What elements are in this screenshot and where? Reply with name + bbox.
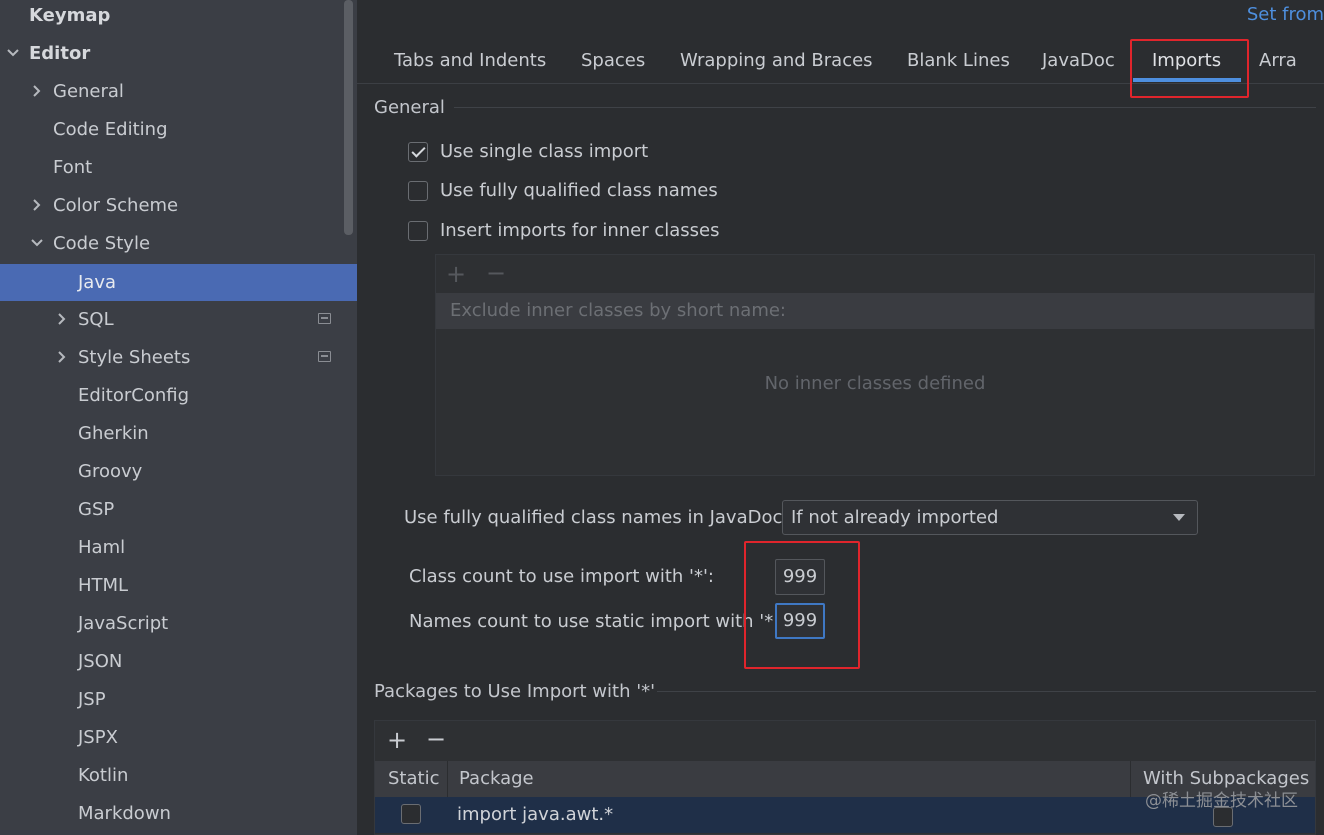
sidebar-item-label: GSP [78, 498, 115, 520]
tab-spaces[interactable]: Spaces [581, 50, 645, 71]
tab-wrapping-and-braces[interactable]: Wrapping and Braces [680, 50, 873, 71]
javadoc-select[interactable]: If not already imported [782, 500, 1198, 535]
highlight-box [1130, 39, 1249, 98]
sidebar-item-java[interactable]: Java [0, 264, 357, 301]
sidebar-item-label: Java [78, 272, 117, 293]
sidebar-item-label: Style Sheets [78, 346, 191, 368]
dropdown-caret-icon [1173, 514, 1185, 521]
sidebar-item-label: EditorConfig [78, 384, 190, 406]
sidebar-item-keymap[interactable]: Keymap [0, 0, 357, 33]
sidebar-item-label: Gherkin [78, 422, 149, 444]
javadoc-select-value: If not already imported [791, 507, 999, 528]
sidebar-item-label: Code Editing [53, 118, 168, 140]
column-header-package[interactable]: Package [459, 761, 534, 797]
set-from-link[interactable]: Set from [1247, 4, 1324, 25]
column-separator [1130, 761, 1131, 797]
sidebar-item-label: JSON [78, 650, 123, 672]
checkbox-label: Use fully qualified class names [440, 180, 718, 201]
sidebar-item-editorconfig[interactable]: EditorConfig [0, 377, 357, 413]
add-icon[interactable]: + [446, 262, 466, 286]
section-title-packages: Packages to Use Import with '*' [374, 681, 656, 702]
tab-javadoc[interactable]: JavaDoc [1042, 50, 1115, 71]
tab-arrangement[interactable]: Arra [1259, 50, 1297, 71]
chevron-right-icon[interactable] [29, 197, 45, 213]
sidebar-item-code-style[interactable]: Code Style [0, 225, 357, 261]
sidebar-item-label: JSP [78, 688, 106, 710]
remove-icon[interactable]: − [426, 727, 446, 751]
single-class-import-checkbox[interactable] [408, 141, 428, 162]
inner-classes-header: Exclude inner classes by short name: [436, 293, 1314, 329]
sidebar-item-sql[interactable]: SQL [0, 301, 357, 337]
inner-classes-option[interactable]: Insert imports for inner classes [408, 220, 720, 241]
inner-classes-table: + − Exclude inner classes by short name:… [435, 254, 1315, 476]
sidebar-item-json[interactable]: JSON [0, 643, 357, 679]
static-checkbox[interactable] [401, 804, 421, 824]
sidebar-item-label: Markdown [78, 802, 171, 824]
project-scheme-icon [318, 351, 331, 362]
chevron-right-icon[interactable] [54, 311, 70, 327]
sidebar-item-label: HTML [78, 574, 129, 596]
add-icon[interactable]: + [387, 728, 407, 752]
sidebar-item-html[interactable]: HTML [0, 567, 357, 603]
sidebar-item-label: General [53, 80, 124, 102]
project-scheme-icon [318, 313, 331, 324]
chevron-right-icon[interactable] [54, 349, 70, 365]
sidebar-item-label: Haml [78, 536, 126, 558]
sidebar-item-editor[interactable]: Editor [0, 35, 357, 71]
remove-icon[interactable]: − [486, 261, 506, 285]
highlight-box [744, 541, 860, 669]
chevron-down-icon[interactable] [5, 45, 21, 61]
column-header-static[interactable]: Static [388, 761, 439, 797]
sidebar-item-gherkin[interactable]: Gherkin [0, 415, 357, 451]
sidebar-item-javascript[interactable]: JavaScript [0, 605, 357, 641]
sidebar-item-label: JavaScript [78, 612, 169, 634]
packages-table: + − Static Package With Subpackages impo… [374, 720, 1316, 835]
watermark: @稀土掘金技术社区 [1145, 791, 1298, 811]
sidebar-item-markdown[interactable]: Markdown [0, 795, 357, 831]
sidebar-item-style-sheets[interactable]: Style Sheets [0, 339, 357, 375]
sidebar-item-label: Groovy [78, 460, 143, 482]
sidebar-item-label: JSPX [78, 726, 118, 748]
chevron-right-icon[interactable] [29, 83, 45, 99]
sidebar-item-groovy[interactable]: Groovy [0, 453, 357, 489]
sidebar-item-haml[interactable]: Haml [0, 529, 357, 565]
chevron-down-icon[interactable] [29, 235, 45, 251]
fully-qualified-checkbox[interactable] [408, 180, 428, 201]
checkbox-label: Insert imports for inner classes [440, 220, 720, 241]
tab-blank-lines[interactable]: Blank Lines [907, 50, 1010, 71]
settings-sidebar: Keymap Editor General Code Editing Font … [0, 0, 357, 835]
sidebar-item-jsp[interactable]: JSP [0, 681, 357, 717]
sidebar-item-gsp[interactable]: GSP [0, 491, 357, 527]
column-separator [447, 761, 448, 797]
sidebar-item-label: SQL [78, 308, 114, 330]
class-count-label: Class count to use import with '*': [409, 566, 714, 587]
sidebar-item-label: Keymap [29, 4, 111, 26]
sidebar-item-label: Kotlin [78, 764, 129, 786]
sidebar-item-font[interactable]: Font [0, 149, 357, 185]
single-class-import-option[interactable]: Use single class import [408, 141, 648, 162]
fully-qualified-option[interactable]: Use fully qualified class names [408, 180, 718, 201]
javadoc-label: Use fully qualified class names in JavaD… [404, 507, 789, 528]
inner-classes-toolbar: + − [436, 255, 1314, 293]
package-name: import java.awt.* [457, 804, 614, 825]
tab-tabs-and-indents[interactable]: Tabs and Indents [394, 50, 546, 71]
sidebar-item-color-scheme[interactable]: Color Scheme [0, 187, 357, 223]
code-style-panel: Set from Tabs and Indents Spaces Wrappin… [357, 0, 1324, 835]
sidebar-item-label: Editor [29, 42, 91, 64]
sidebar-item-jspx[interactable]: JSPX [0, 719, 357, 755]
checkbox-label: Use single class import [440, 141, 649, 162]
sidebar-item-kotlin[interactable]: Kotlin [0, 757, 357, 793]
sidebar-item-label: Font [53, 156, 93, 178]
section-divider [657, 691, 1316, 692]
sidebar-item-label: Color Scheme [53, 194, 179, 216]
empty-state-text: No inner classes defined [764, 373, 986, 394]
sidebar-item-general[interactable]: General [0, 73, 357, 109]
sidebar-item-label: Code Style [53, 232, 151, 254]
inner-classes-checkbox[interactable] [408, 220, 428, 241]
section-title-general: General [374, 97, 445, 118]
section-divider [454, 107, 1316, 108]
sidebar-item-code-editing[interactable]: Code Editing [0, 111, 357, 147]
names-count-label: Names count to use static import with '*… [409, 611, 785, 632]
